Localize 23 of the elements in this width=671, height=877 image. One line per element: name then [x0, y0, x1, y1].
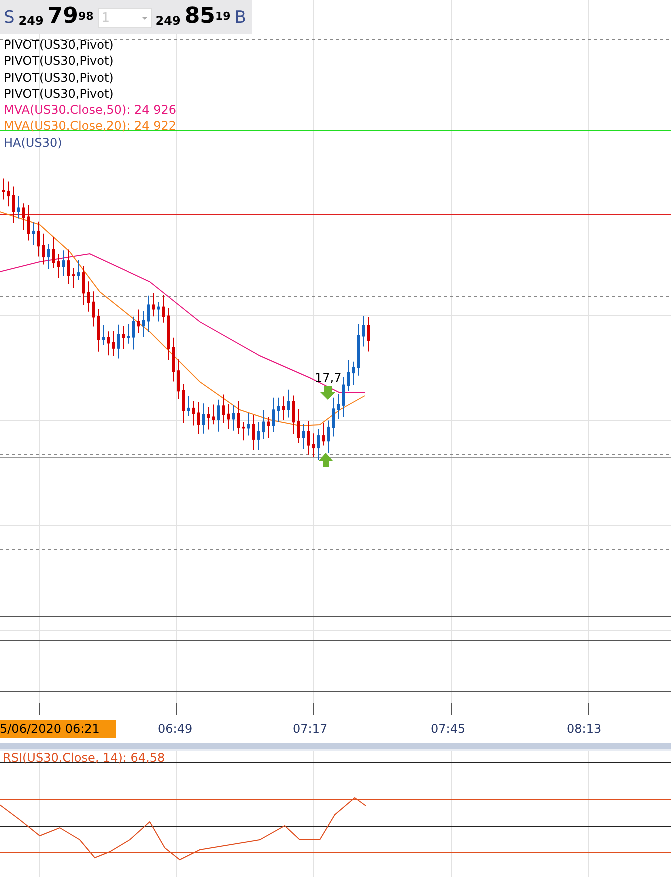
- rsi-label[interactable]: RSI(US30.Close, 14): 64,58: [3, 751, 166, 765]
- time-tick-label: 07:45: [431, 722, 466, 736]
- sell-price-prefix: 249: [18, 14, 44, 28]
- caret-icon: [142, 16, 148, 20]
- buy-label[interactable]: B: [234, 8, 246, 28]
- buy-price-prefix: 249: [156, 14, 181, 28]
- sell-price[interactable]: 79$^{98}$: [48, 6, 94, 28]
- up-arrow-icon: [319, 453, 333, 467]
- current-time-label: 5/06/2020 06:21: [0, 720, 116, 738]
- sell-label[interactable]: S: [4, 8, 15, 28]
- indicator-label[interactable]: PIVOT(US30,Pivot): [4, 37, 252, 54]
- panel-splitter[interactable]: [0, 743, 671, 751]
- down-arrow-icon: [320, 386, 336, 400]
- buy-price[interactable]: 85$^{19}$: [184, 6, 231, 28]
- time-tick-label: 08:13: [567, 722, 602, 736]
- time-tick-label: 07:17: [293, 722, 328, 736]
- time-tick-label: 06:49: [158, 722, 193, 736]
- indicator-label[interactable]: HA(US30): [4, 134, 252, 152]
- indicator-label[interactable]: PIVOT(US30,Pivot): [4, 86, 252, 102]
- indicator-label[interactable]: PIVOT(US30,Pivot): [4, 70, 252, 86]
- indicator-label[interactable]: PIVOT(US30,Pivot): [4, 53, 252, 70]
- indicator-label[interactable]: MVA(US30.Close,50): 24 926: [4, 102, 252, 118]
- signal-value: 17,7: [315, 371, 342, 385]
